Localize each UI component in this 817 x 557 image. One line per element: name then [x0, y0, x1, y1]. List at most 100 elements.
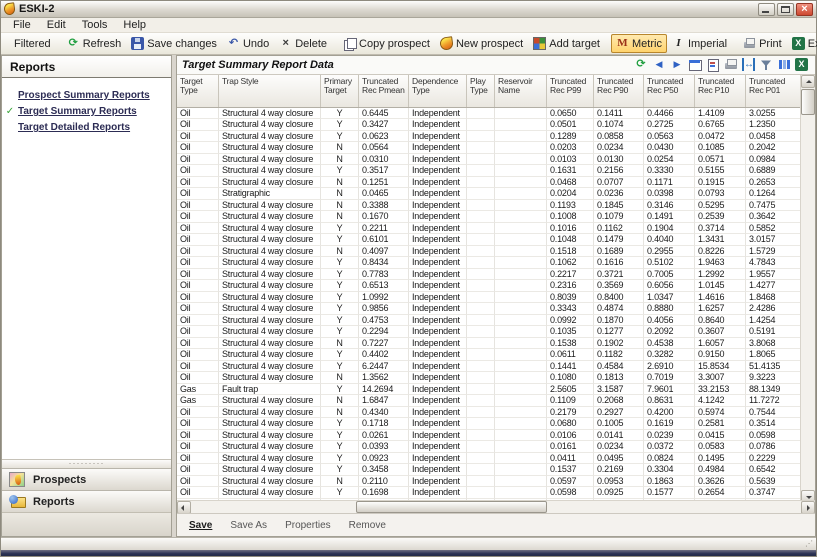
table-row[interactable]: OilStructural 4 way closureY0.3517Indepe…: [177, 165, 801, 177]
table-cell[interactable]: [495, 395, 547, 407]
table-cell[interactable]: [467, 142, 495, 154]
properties-link[interactable]: Properties: [285, 520, 331, 531]
table-cell[interactable]: 1.0992: [359, 292, 409, 304]
table-cell[interactable]: 0.2068: [594, 395, 644, 407]
table-cell[interactable]: 0.0680: [547, 418, 594, 430]
sidebar-link-target-detailed[interactable]: Target Detailed Reports: [18, 122, 130, 133]
table-cell[interactable]: 3.1587: [594, 384, 644, 396]
table-cell[interactable]: Independent: [409, 338, 467, 350]
table-cell[interactable]: 0.8640: [695, 315, 746, 327]
previous-icon[interactable]: ◀: [652, 58, 666, 71]
table-cell[interactable]: [467, 361, 495, 373]
table-cell[interactable]: [467, 177, 495, 189]
table-cell[interactable]: Oil: [177, 326, 219, 338]
table-cell[interactable]: Oil: [177, 246, 219, 258]
table-row[interactable]: OilStructural 4 way closureN0.4340Indepe…: [177, 407, 801, 419]
table-cell[interactable]: N: [321, 177, 359, 189]
table-cell[interactable]: 0.2581: [695, 418, 746, 430]
table-cell[interactable]: Structural 4 way closure: [219, 315, 321, 327]
undo-button[interactable]: ↶Undo: [222, 34, 274, 53]
table-cell[interactable]: Structural 4 way closure: [219, 441, 321, 453]
table-cell[interactable]: [467, 315, 495, 327]
table-cell[interactable]: Independent: [409, 142, 467, 154]
table-cell[interactable]: Structural 4 way closure: [219, 407, 321, 419]
table-cell[interactable]: [467, 292, 495, 304]
table-cell[interactable]: 0.0786: [746, 441, 801, 453]
table-cell[interactable]: 0.2217: [547, 269, 594, 281]
delete-button[interactable]: ×Delete: [274, 34, 332, 53]
table-cell[interactable]: 0.0598: [746, 430, 801, 442]
table-cell[interactable]: 1.3562: [359, 372, 409, 384]
column-header[interactable]: Target Type: [177, 75, 219, 107]
table-cell[interactable]: Structural 4 way closure: [219, 200, 321, 212]
table-cell[interactable]: 1.2992: [695, 269, 746, 281]
scroll-right-button[interactable]: [801, 501, 815, 514]
table-cell[interactable]: Structural 4 way closure: [219, 165, 321, 177]
table-cell[interactable]: [467, 418, 495, 430]
table-row[interactable]: OilStructural 4 way closureY6.2447Indepe…: [177, 361, 801, 373]
table-cell[interactable]: Independent: [409, 372, 467, 384]
table-row[interactable]: OilStructural 4 way closureN0.0564Indepe…: [177, 142, 801, 154]
table-cell[interactable]: [467, 131, 495, 143]
table-cell[interactable]: 0.0106: [547, 430, 594, 442]
table-cell[interactable]: 0.0571: [695, 154, 746, 166]
table-cell[interactable]: 0.1491: [644, 211, 695, 223]
table-cell[interactable]: [495, 349, 547, 361]
table-cell[interactable]: Structural 4 way closure: [219, 292, 321, 304]
table-cell[interactable]: [495, 257, 547, 269]
table-cell[interactable]: 0.0953: [594, 476, 644, 488]
table-cell[interactable]: Independent: [409, 349, 467, 361]
table-cell[interactable]: 0.0923: [359, 453, 409, 465]
table-cell[interactable]: 0.6445: [359, 108, 409, 120]
table-cell[interactable]: 0.1008: [547, 211, 594, 223]
table-cell[interactable]: Structural 4 way closure: [219, 326, 321, 338]
table-cell[interactable]: [467, 303, 495, 315]
table-row[interactable]: OilStructural 4 way closureN0.0310Indepe…: [177, 154, 801, 166]
table-cell[interactable]: [467, 200, 495, 212]
table-cell[interactable]: Structural 4 way closure: [219, 257, 321, 269]
table-cell[interactable]: 0.1915: [695, 177, 746, 189]
table-cell[interactable]: 0.0103: [547, 154, 594, 166]
table-row[interactable]: OilStructural 4 way closureY0.9856Indepe…: [177, 303, 801, 315]
table-cell[interactable]: 14.2694: [359, 384, 409, 396]
table-cell[interactable]: 0.0472: [695, 131, 746, 143]
table-cell[interactable]: N: [321, 154, 359, 166]
table-cell[interactable]: 1.3431: [695, 234, 746, 246]
table-cell[interactable]: Independent: [409, 326, 467, 338]
table-cell[interactable]: 0.5974: [695, 407, 746, 419]
table-cell[interactable]: 0.1441: [547, 361, 594, 373]
table-cell[interactable]: [495, 372, 547, 384]
table-cell[interactable]: 0.8039: [547, 292, 594, 304]
table-cell[interactable]: [495, 453, 547, 465]
table-cell[interactable]: 0.0234: [594, 142, 644, 154]
scroll-left-button[interactable]: [177, 501, 191, 514]
table-cell[interactable]: 0.2316: [547, 280, 594, 292]
nav-button-reports[interactable]: Reports: [2, 490, 171, 512]
table-cell[interactable]: Oil: [177, 269, 219, 281]
table-cell[interactable]: Independent: [409, 200, 467, 212]
table-cell[interactable]: [467, 430, 495, 442]
table-cell[interactable]: 0.3517: [359, 165, 409, 177]
table-row[interactable]: OilStructural 4 way closureY0.6513Indepe…: [177, 280, 801, 292]
table-cell[interactable]: 0.1062: [547, 257, 594, 269]
table-cell[interactable]: 15.8534: [695, 361, 746, 373]
table-row[interactable]: OilStructural 4 way closureY0.6445Indepe…: [177, 108, 801, 120]
table-cell[interactable]: 0.4402: [359, 349, 409, 361]
table-cell[interactable]: Oil: [177, 407, 219, 419]
table-cell[interactable]: N: [321, 338, 359, 350]
table-cell[interactable]: Independent: [409, 234, 467, 246]
table-cell[interactable]: Oil: [177, 349, 219, 361]
table-cell[interactable]: 0.0430: [644, 142, 695, 154]
table-row[interactable]: OilStructural 4 way closureY0.3458Indepe…: [177, 464, 801, 476]
table-row[interactable]: GasFault trapY14.2694Independent2.56053.…: [177, 384, 801, 396]
table-cell[interactable]: 0.6542: [746, 464, 801, 476]
table-cell[interactable]: N: [321, 188, 359, 200]
table-cell[interactable]: 0.5191: [746, 326, 801, 338]
table-cell[interactable]: 0.0141: [594, 430, 644, 442]
table-row[interactable]: OilStratigraphicN0.0465Independent0.0204…: [177, 188, 801, 200]
table-cell[interactable]: 0.4584: [594, 361, 644, 373]
table-cell[interactable]: Oil: [177, 108, 219, 120]
table-cell[interactable]: 0.0415: [695, 430, 746, 442]
table-cell[interactable]: 0.3330: [644, 165, 695, 177]
table-cell[interactable]: 0.0130: [594, 154, 644, 166]
